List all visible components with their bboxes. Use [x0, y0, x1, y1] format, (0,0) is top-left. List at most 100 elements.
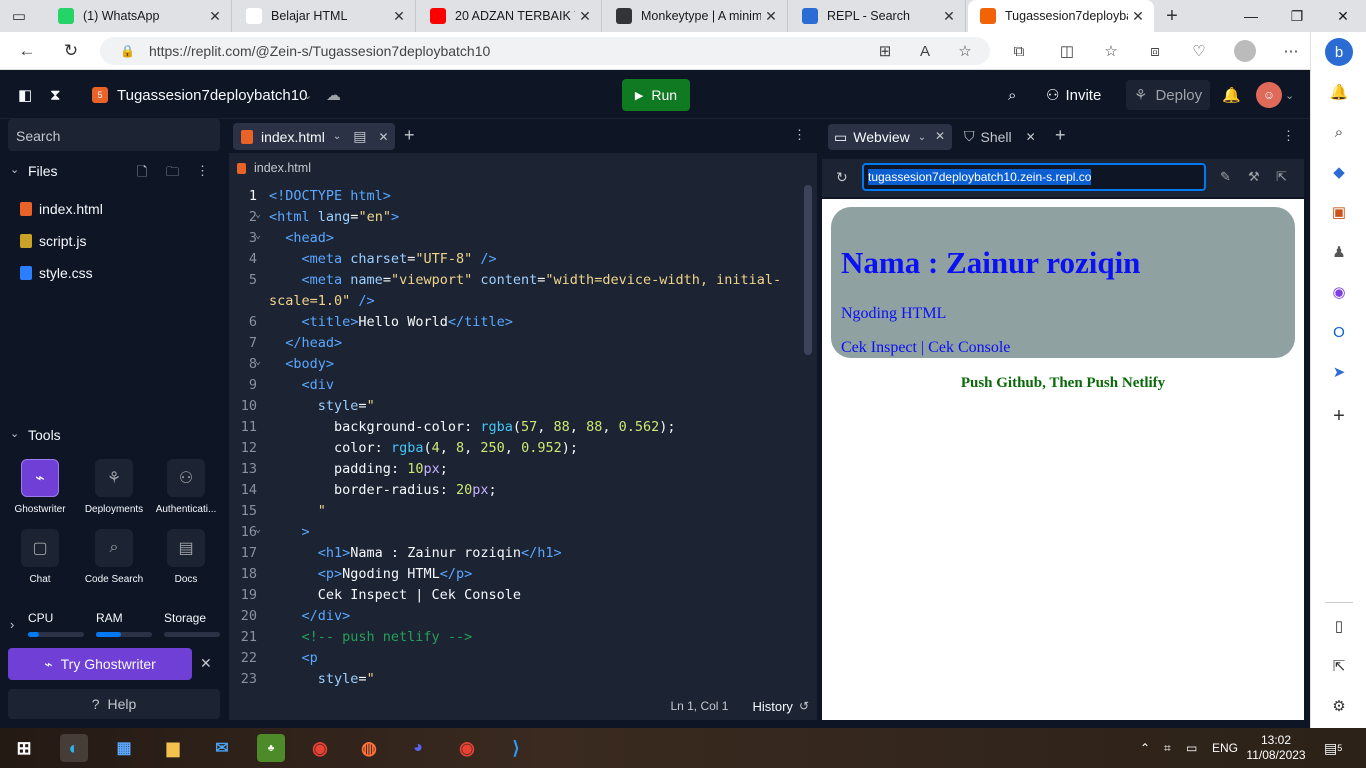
editor-scrollbar[interactable]	[804, 185, 812, 355]
close-tab-icon[interactable]: ✕	[575, 8, 595, 25]
profile-avatar[interactable]	[1234, 40, 1256, 62]
games-icon[interactable]: ♟	[1327, 240, 1351, 264]
search-icon[interactable]: ⌕	[1327, 120, 1351, 144]
tools-icon[interactable]: ▣	[1327, 200, 1351, 224]
chevron-down-icon[interactable]: ⌄	[10, 427, 19, 440]
chevron-down-icon[interactable]: ⌄	[10, 163, 19, 176]
restore-button[interactable]: ❐	[1274, 0, 1320, 32]
tab-shell[interactable]: ⛉ Shell ✕	[964, 128, 1036, 145]
replit-logo-icon[interactable]: ⧗	[50, 83, 61, 107]
browser-essentials-icon[interactable]: ♡	[1188, 40, 1210, 62]
file-outline-icon[interactable]: ▤	[353, 128, 366, 145]
history-button[interactable]: History	[752, 699, 792, 714]
devtools-wrench-icon[interactable]: ⚒	[1248, 169, 1260, 185]
edit-pencil-icon[interactable]: ✎	[1220, 169, 1231, 185]
vscode-taskbar-icon[interactable]: ⟩	[502, 734, 530, 762]
chevron-down-icon[interactable]: ⌄	[303, 83, 312, 107]
lang-indicator[interactable]: ENG	[1212, 728, 1238, 768]
more-menu-icon[interactable]: ⋯	[1280, 40, 1302, 62]
open-new-window-icon[interactable]: ⇱	[1276, 169, 1287, 185]
fold-icon[interactable]: ⌄	[255, 356, 261, 367]
chrome-taskbar-icon[interactable]: ◉	[306, 734, 334, 762]
favorites-icon[interactable]: ☆	[1100, 40, 1122, 62]
browser-tab[interactable]: 20 ADZAN TERBAIK YA✕	[418, 0, 602, 32]
reload-icon[interactable]: ↻	[836, 169, 848, 186]
close-tab-icon[interactable]: ✕	[205, 8, 225, 25]
file-item-html[interactable]: index.html	[20, 198, 103, 220]
more-options-icon[interactable]: ⋮	[196, 163, 209, 179]
new-tab-icon[interactable]: +	[404, 125, 415, 146]
new-file-icon[interactable]: 🗋	[137, 163, 147, 185]
repl-name[interactable]: Tugassesion7deploybatch10	[117, 83, 307, 107]
tab-webview[interactable]: ▭ Webview ⌄	[828, 124, 952, 150]
chevron-down-icon[interactable]: ⌄	[1285, 83, 1294, 107]
discord-taskbar-icon[interactable]: ◕	[404, 734, 432, 762]
bing-chat-icon[interactable]: b	[1325, 38, 1353, 66]
try-ghostwriter-button[interactable]: ⌁ Try Ghostwriter	[8, 648, 192, 680]
outlook-icon[interactable]: O	[1327, 320, 1351, 344]
close-window-button[interactable]: ✕	[1320, 0, 1366, 32]
send-icon[interactable]: ➤	[1327, 360, 1351, 384]
file-item-js[interactable]: script.js	[20, 230, 86, 252]
new-tab-button[interactable]: +	[1160, 4, 1184, 28]
breadcrumb-file[interactable]: index.html	[254, 161, 311, 175]
notification-bell-icon[interactable]: 🔔	[1222, 83, 1241, 107]
tool-docs[interactable]: ▤ Docs	[150, 529, 222, 585]
game-taskbar-icon[interactable]: ♣	[257, 734, 285, 762]
hide-sidebar-icon[interactable]: ▯	[1327, 614, 1351, 638]
windows-start-icon[interactable]: ⊞	[10, 734, 38, 762]
close-tab-icon[interactable]: ✕	[1026, 130, 1036, 144]
fold-icon[interactable]: ⌄	[255, 230, 261, 241]
new-folder-icon[interactable]: 🗀	[166, 163, 179, 185]
settings-gear-icon[interactable]: ⚙	[1327, 694, 1351, 718]
tool-deployments[interactable]: ⚘ Deployments	[78, 459, 150, 515]
browser-tab[interactable]: REPL - Search ✕	[790, 0, 966, 32]
tab-actions-icon[interactable]: ▭	[8, 6, 30, 26]
close-tab-icon[interactable]: ✕	[1128, 8, 1148, 25]
external-link-icon[interactable]: ⇱	[1327, 654, 1351, 678]
chevron-down-icon[interactable]: ⌄	[918, 132, 926, 143]
close-tab-icon[interactable]: ✕	[939, 8, 959, 25]
chevron-right-icon[interactable]: ›	[10, 617, 14, 632]
file-explorer-icon[interactable]: ▆	[159, 734, 187, 762]
tab-index-html[interactable]: index.html ⌄ ▤ ✕	[233, 123, 395, 150]
new-tab-icon[interactable]: +	[1055, 125, 1066, 146]
browser-tab[interactable]: Tugassesion7deployba ✕	[968, 0, 1154, 32]
fold-icon[interactable]: ⌄	[255, 209, 261, 220]
add-sidebar-app-icon[interactable]: +	[1327, 404, 1351, 428]
network-icon[interactable]: ▭	[1186, 728, 1197, 768]
help-button[interactable]: ? Help	[8, 689, 220, 719]
more-options-icon[interactable]: ⋮	[793, 127, 806, 143]
app-available-icon[interactable]: ⊞	[874, 40, 896, 62]
search-input[interactable]: Search	[8, 119, 220, 151]
split-screen-icon[interactable]: ◫	[1056, 40, 1078, 62]
clock[interactable]: 13:02 11/08/2023	[1246, 728, 1305, 768]
browser-tab[interactable]: (1) WhatsApp ✕	[46, 0, 232, 32]
history-icon[interactable]: ↺	[799, 699, 809, 713]
back-button[interactable]: ←	[14, 39, 40, 63]
invite-button[interactable]: ⚇ Invite	[1046, 83, 1101, 107]
refresh-button[interactable]: ↻	[58, 39, 84, 63]
run-button[interactable]: ▶ Run	[622, 79, 690, 111]
shopping-icon[interactable]: ◆	[1327, 160, 1351, 184]
tool-chat[interactable]: ▢ Chat	[4, 529, 76, 585]
fold-icon[interactable]: ⌄	[255, 524, 261, 535]
url-field[interactable]: 🔒 https://replit.com/@Zein-s/Tugassesion…	[100, 37, 990, 65]
firefox-taskbar-icon[interactable]: ◍	[355, 734, 383, 762]
show-hidden-icons[interactable]: ⌃	[1140, 728, 1150, 768]
extensions-icon[interactable]: ⧉	[1008, 40, 1030, 62]
code-area[interactable]: 1 2 3 4 5 6 7 8 9 10 11 12 13 14 15 16 17 18 19 20 21 22 23 ⌄ …	[229, 185, 809, 691]
cursor-position[interactable]: Ln 1, Col 1	[670, 699, 728, 713]
favorite-star-icon[interactable]: ☆	[954, 40, 976, 62]
store-taskbar-icon[interactable]: ▦	[110, 734, 138, 762]
close-tab-icon[interactable]: ✕	[389, 8, 409, 25]
mail-icon[interactable]: ✉	[208, 734, 236, 762]
browser-tab[interactable]: Belajar HTML ✕	[234, 0, 416, 32]
edge-taskbar-icon[interactable]: ◐	[60, 734, 88, 762]
microsoft365-icon[interactable]: ◉	[1327, 280, 1351, 304]
collections-icon[interactable]: ⧈	[1144, 40, 1166, 62]
chevron-down-icon[interactable]: ⌄	[333, 131, 341, 142]
tray-app-icon[interactable]: ⌗	[1164, 728, 1171, 768]
preview-url-input[interactable]: tugassesion7deploybatch10.zein-s.repl.co	[862, 163, 1206, 191]
chrome-profile-taskbar-icon[interactable]: ◉	[453, 734, 481, 762]
